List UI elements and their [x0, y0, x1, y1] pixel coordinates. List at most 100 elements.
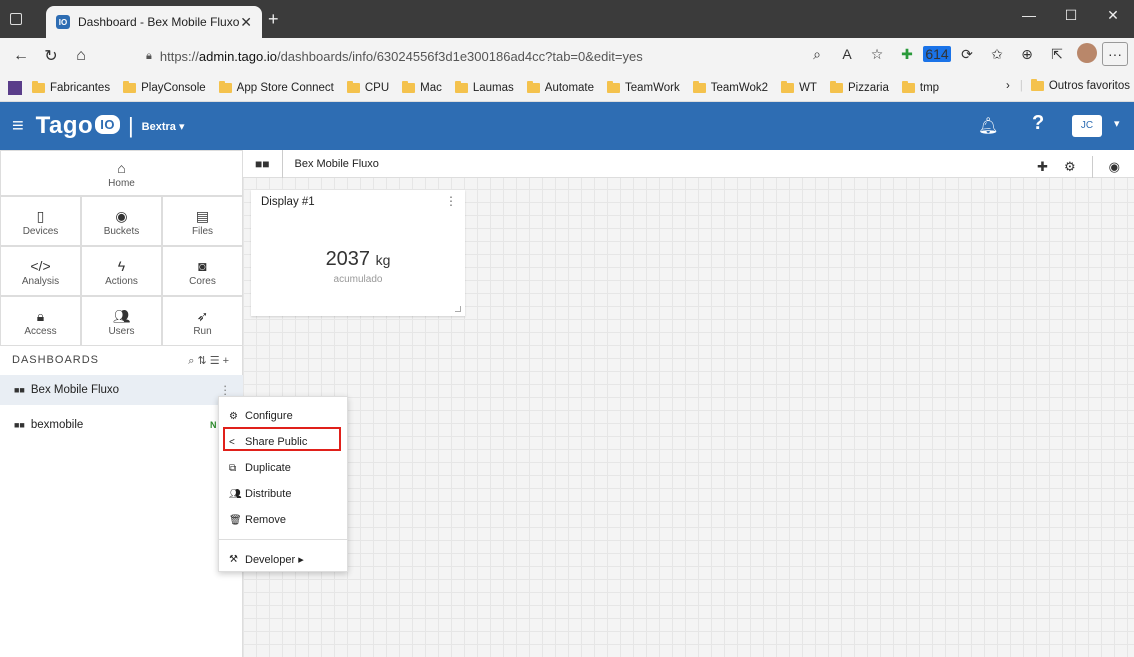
bookmark-folder[interactable]: tmp — [901, 80, 939, 94]
url-field[interactable]: 🔒︎ https://admin.tago.io/dashboards/info… — [146, 44, 706, 68]
tools-icon: ⚒ — [229, 553, 238, 565]
menu-item-distribute[interactable]: 👥︎ Distribute — [219, 481, 347, 507]
bolt-icon: ϟ — [117, 258, 126, 274]
user-avatar[interactable]: JC — [1072, 115, 1102, 137]
dashboard-actions: ✚ ⚙ ◉ — [1037, 156, 1120, 178]
bookmark-folder[interactable]: TeamWork — [607, 80, 680, 94]
tago-logo[interactable]: Tago IO — [36, 112, 120, 140]
bookmark-folder[interactable]: Fabricantes — [32, 80, 110, 94]
sidebar-item-files[interactable]: ▤ Files — [162, 196, 243, 246]
folder-icon — [829, 80, 843, 93]
bookmark-app-icon[interactable] — [8, 80, 22, 95]
tab-actions-icon[interactable] — [10, 13, 22, 25]
chevron-down-icon[interactable]: ▾ — [1114, 117, 1120, 130]
bookmark-folder[interactable]: Mac — [402, 80, 442, 94]
other-favorites[interactable]: Outros favoritos — [1030, 79, 1130, 92]
dashboard-toolbar: ■■ Bex Mobile Fluxo ✚ ⚙ ◉ — [243, 149, 1134, 178]
add-widget-icon[interactable]: ✚ — [1037, 159, 1048, 175]
sidebar-item-access[interactable]: 🔒︎ Access — [0, 296, 81, 346]
home-icon[interactable]: ⌂ — [66, 47, 96, 65]
sort-icon[interactable]: ⇅ — [197, 355, 209, 367]
url-host: admin.tago.io — [198, 48, 277, 64]
search-icon[interactable]: ⌕ — [802, 46, 832, 63]
sidebar-item-home[interactable]: ⌂ Home — [0, 150, 243, 196]
menu-item-configure[interactable]: ⚙ Configure — [219, 403, 347, 429]
folder-icon — [526, 80, 540, 93]
display-widget[interactable]: Display #1 ⋮ 2037 kg acumulado — [251, 190, 465, 316]
users-icon: 👥︎ — [112, 308, 131, 324]
account-selector[interactable]: Bextra ▾ — [142, 120, 185, 133]
reload-icon[interactable]: ↻ — [36, 46, 66, 66]
dashboard-item-bex-mobile-fluxo[interactable]: ■■ Bex Mobile Fluxo ⋮ — [0, 375, 243, 405]
bookmark-folder[interactable]: CPU — [346, 80, 389, 94]
app-header: ≡ Tago IO | Bextra ▾ 🔔︎ ? JC ▾ — [0, 102, 1134, 150]
bookmarks-overflow: › | Outros favoritos — [1006, 79, 1130, 92]
close-tab-icon[interactable]: ✕ — [240, 14, 252, 31]
sidebar-item-devices[interactable]: ▯ Devices — [0, 196, 81, 246]
window-controls: — ☐ ✕ — [1008, 0, 1134, 32]
bucket-icon: ◉ — [115, 208, 128, 224]
new-tab-icon[interactable]: + — [268, 9, 279, 30]
minimize-icon[interactable]: — — [1008, 0, 1050, 32]
eye-icon[interactable]: ◉ — [1109, 159, 1120, 175]
bookmark-folder[interactable]: TeamWok2 — [692, 80, 768, 94]
folder-icon — [781, 80, 795, 93]
menu-item-developer[interactable]: ⚒ Developer ▸ — [219, 546, 347, 572]
extension-badge[interactable]: 614 — [922, 46, 952, 62]
hamburger-menu-icon[interactable]: ≡ — [12, 115, 24, 138]
more-menu-icon[interactable]: ··· — [1102, 42, 1128, 66]
sidebar-item-buckets[interactable]: ◉ Buckets — [81, 196, 162, 246]
address-bar-row: ← ↻ ⌂ 🔒︎ https://admin.tago.io/dashboard… — [0, 38, 1134, 74]
menu-item-duplicate[interactable]: ⧉ Duplicate — [219, 455, 347, 481]
bookmark-folder[interactable]: Automate — [526, 80, 594, 94]
share-icon[interactable]: ⇱ — [1042, 46, 1072, 63]
folder-icon — [346, 80, 360, 93]
bookmark-folder[interactable]: PlayConsole — [123, 80, 206, 94]
bookmark-folder[interactable]: App Store Connect — [218, 80, 334, 94]
dashboard-item-bexmobile[interactable]: ■■ bexmobile N — [0, 410, 243, 440]
kebab-menu-icon[interactable]: ⋮ — [220, 383, 232, 397]
widget-value: 2037 kg — [325, 248, 391, 270]
folder-icon — [32, 80, 45, 93]
refresh-ext-icon[interactable]: ⟳ — [952, 46, 982, 63]
lock-icon: 🔒︎ — [146, 49, 152, 62]
extension-plus-icon[interactable]: ✚ — [892, 46, 922, 63]
sidebar-item-cores[interactable]: ◙ Cores — [162, 246, 243, 296]
menu-item-remove[interactable]: 🗑︎ Remove — [219, 507, 347, 533]
read-aloud-icon[interactable]: A — [832, 46, 862, 62]
bell-icon[interactable]: 🔔︎ — [978, 116, 998, 136]
gear-icon[interactable]: ⚙ — [1064, 159, 1076, 175]
folder-icon — [454, 80, 468, 93]
sidebar-item-analysis[interactable]: </> Analysis — [0, 246, 81, 296]
favorite-star-icon[interactable]: ☆ — [862, 46, 892, 63]
lock-icon: 🔒︎ — [36, 308, 45, 324]
tab-title: Dashboard - Bex Mobile Fluxo — [78, 15, 240, 29]
cores-icon: ◙ — [198, 258, 207, 274]
back-icon[interactable]: ← — [6, 47, 36, 65]
sidebar-item-users[interactable]: 👥︎ Users — [81, 296, 162, 346]
home-icon: ⌂ — [117, 160, 126, 176]
kebab-menu-icon[interactable]: ⋮ — [445, 194, 457, 208]
resize-handle-icon[interactable] — [455, 306, 461, 312]
help-icon[interactable]: ? — [1032, 112, 1044, 135]
sidebar-item-actions[interactable]: ϟ Actions — [81, 246, 162, 296]
folder-icon — [901, 80, 915, 93]
browser-tab[interactable]: IO Dashboard - Bex Mobile Fluxo ✕ — [46, 6, 262, 38]
bookmark-folder[interactable]: Laumas — [454, 80, 514, 94]
divider: | — [127, 113, 134, 138]
chevron-right-icon[interactable]: › — [1006, 80, 1010, 92]
favorites-icon[interactable]: ✩ — [982, 46, 1012, 63]
bookmark-folder[interactable]: Pizzaria — [829, 80, 889, 94]
profile-avatar[interactable] — [1072, 42, 1102, 66]
bookmark-folder[interactable]: WT — [781, 80, 817, 94]
collections-icon[interactable]: ⊕ — [1012, 46, 1042, 63]
dashboard-context-menu: ⚙ Configure < Share Public ⧉ Duplicate 👥︎ Di… — [218, 396, 348, 572]
add-dashboard-icon[interactable]: + — [223, 355, 232, 367]
tago-favicon-icon: IO — [56, 15, 70, 29]
close-window-icon[interactable]: ✕ — [1092, 0, 1134, 32]
sidebar-item-run[interactable]: ➶ Run — [162, 296, 243, 346]
maximize-icon[interactable]: ☐ — [1050, 0, 1092, 32]
list-icon[interactable]: ☰ — [210, 355, 223, 367]
folder-icon — [692, 80, 706, 93]
url-prefix: https:// — [159, 48, 199, 64]
